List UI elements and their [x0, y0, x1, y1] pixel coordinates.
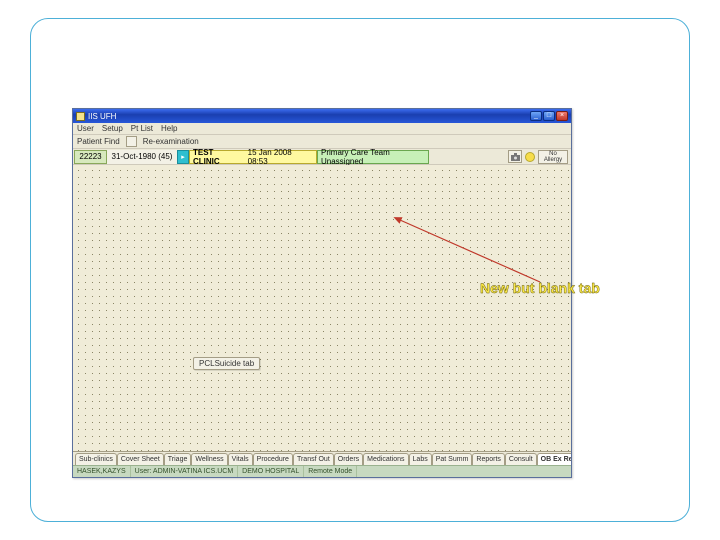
patient-info-row: 22223 31-Oct-1980 (45) ▸ TEST CLINIC 15 …: [73, 149, 571, 165]
design-tab-label: PCLSuicide tab: [199, 359, 254, 368]
patient-find-button[interactable]: [126, 136, 137, 147]
play-button[interactable]: ▸: [177, 150, 189, 164]
patient-dob-box: 31-Oct-1980 (45): [107, 150, 177, 164]
tab-ob-ex-record[interactable]: OB Ex Record: [537, 453, 571, 465]
right-tools: No Allergy: [508, 150, 571, 164]
pct-box[interactable]: Primary Care Team Unassigned: [317, 150, 429, 164]
tab-bar: Sub-clinicsCover SheetTriageWellnessVita…: [73, 451, 571, 465]
patient-dob: 31-Oct-1980 (45): [112, 152, 173, 161]
reexam-label[interactable]: Re-examination: [143, 137, 199, 146]
clinic-box[interactable]: TEST CLINIC 15 Jan 2008 08:53: [189, 150, 317, 164]
close-button[interactable]: ×: [556, 111, 568, 121]
tab-orders[interactable]: Orders: [334, 453, 363, 465]
tab-cover-sheet[interactable]: Cover Sheet: [117, 453, 164, 465]
menubar: User Setup Pt List Help: [73, 123, 571, 135]
allergy-box[interactable]: No Allergy: [538, 150, 568, 164]
camera-icon: [511, 153, 520, 161]
tab-vitals[interactable]: Vitals: [228, 453, 253, 465]
tab-consult[interactable]: Consult: [505, 453, 537, 465]
minimize-button[interactable]: _: [530, 111, 542, 121]
annotation-text: New but blank tab: [480, 280, 600, 296]
patient-id: 22223: [79, 152, 101, 161]
tab-labs[interactable]: Labs: [409, 453, 432, 465]
tab-wellness[interactable]: Wellness: [191, 453, 227, 465]
tab-medications[interactable]: Medications: [363, 453, 408, 465]
bulb-icon[interactable]: [525, 152, 535, 162]
menu-ptlist[interactable]: Pt List: [131, 124, 153, 133]
design-tab-placeholder[interactable]: PCLSuicide tab: [193, 357, 260, 370]
maximize-button[interactable]: □: [543, 111, 555, 121]
status-mode: Remote Mode: [304, 466, 357, 477]
status-hospital: DEMO HOSPITAL: [238, 466, 304, 477]
menu-setup[interactable]: Setup: [102, 124, 123, 133]
tab-transf-out[interactable]: Transf Out: [293, 453, 334, 465]
window-controls: _ □ ×: [530, 111, 568, 121]
pct-label: Primary Care Team Unassigned: [321, 148, 425, 166]
tab-sub-clinics[interactable]: Sub-clinics: [75, 453, 117, 465]
patient-id-box[interactable]: 22223: [74, 150, 107, 164]
tab-pat-summ[interactable]: Pat Summ: [432, 453, 473, 465]
patient-find-label[interactable]: Patient Find: [77, 137, 120, 146]
clinic-name: TEST CLINIC: [193, 148, 242, 166]
window-title: IIS UFH: [88, 112, 116, 121]
tab-procedure[interactable]: Procedure: [253, 453, 293, 465]
status-user: User: ADMIN-VATINA ICS.UCM: [131, 466, 239, 477]
titlebar: IIS UFH _ □ ×: [73, 109, 571, 123]
menu-user[interactable]: User: [77, 124, 94, 133]
camera-button[interactable]: [508, 150, 522, 163]
app-icon: [76, 112, 85, 121]
menu-help[interactable]: Help: [161, 124, 177, 133]
status-patient: HASEK,KAZYS: [73, 466, 131, 477]
tab-reports[interactable]: Reports: [472, 453, 505, 465]
status-bar: HASEK,KAZYS User: ADMIN-VATINA ICS.UCM D…: [73, 465, 571, 477]
allergy-line2: Allergy: [544, 157, 562, 163]
work-area: PCLSuicide tab: [73, 165, 571, 451]
clinic-datetime: 15 Jan 2008 08:53: [248, 148, 313, 166]
tab-triage[interactable]: Triage: [164, 453, 192, 465]
